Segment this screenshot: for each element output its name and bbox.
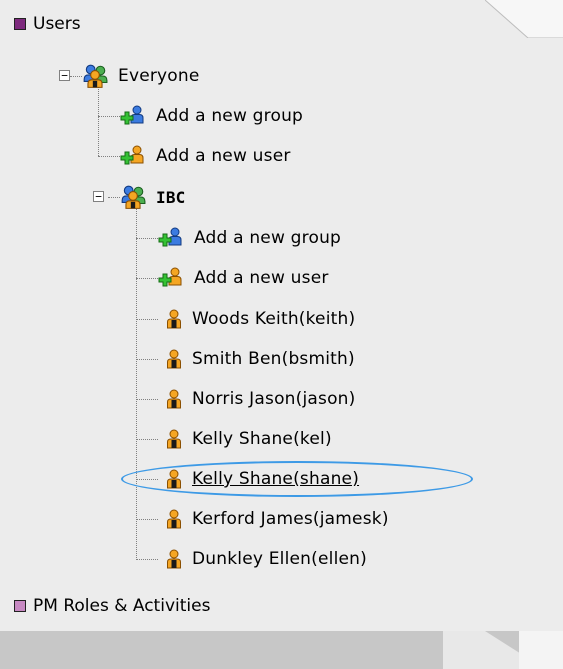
everyone-add-group[interactable]: Add a new group <box>120 103 303 129</box>
tree-connector <box>136 439 158 440</box>
add-group-icon <box>120 105 146 127</box>
tree-connector <box>136 238 158 239</box>
user-label: Smith Ben(bsmith) <box>192 349 355 369</box>
tree-connector <box>98 156 120 157</box>
everyone-add-user-label: Add a new user <box>156 146 291 166</box>
tree-user-item[interactable]: Smith Ben(bsmith) <box>166 346 355 372</box>
tree-user-item[interactable]: Norris Jason(jason) <box>166 386 355 412</box>
section-pm-roles[interactable]: PM Roles & Activities <box>14 595 210 617</box>
tree-user-item[interactable]: Kelly Shane(kel) <box>166 426 332 452</box>
add-user-icon <box>120 145 146 167</box>
tree-connector <box>136 319 158 320</box>
bottom-bar-corner-right <box>519 631 563 669</box>
user-icon <box>166 349 182 369</box>
tree-node-ibc[interactable]: IBC <box>120 184 186 210</box>
section-users[interactable]: Users <box>14 13 81 35</box>
everyone-add-group-label: Add a new group <box>156 106 304 126</box>
tree-connector <box>136 359 158 360</box>
tree-connector <box>108 197 120 198</box>
tree-user-item-selected[interactable]: Kelly Shane(shane) <box>166 466 359 492</box>
tree-connector <box>136 206 137 560</box>
pm-roles-section-marker <box>14 600 26 612</box>
users-panel: Users − Everyone Add a new group Add a n… <box>0 0 563 669</box>
ibc-add-user[interactable]: Add a new user <box>158 265 329 291</box>
tree-node-ibc-label: IBC <box>156 187 186 207</box>
tree-node-everyone[interactable]: Everyone <box>82 63 200 89</box>
user-label: Kelly Shane(shane) <box>192 469 360 489</box>
tree-user-item[interactable]: Dunkley Ellen(ellen) <box>166 546 367 572</box>
tree-connector <box>136 479 158 480</box>
user-label: Kelly Shane(kel) <box>192 429 332 449</box>
tree-connector <box>70 76 82 77</box>
tree-node-everyone-label: Everyone <box>118 66 200 86</box>
tree-user-item[interactable]: Woods Keith(keith) <box>166 306 355 332</box>
ibc-collapse-toggle[interactable]: − <box>93 191 104 202</box>
section-pm-roles-label: PM Roles & Activities <box>33 596 211 616</box>
user-icon <box>166 309 182 329</box>
user-icon <box>166 469 182 489</box>
add-user-icon <box>158 267 184 289</box>
tree-user-item[interactable]: Kerford James(jamesk) <box>166 506 389 532</box>
ibc-add-user-label: Add a new user <box>194 268 329 288</box>
tree-connector <box>136 278 158 279</box>
users-section-marker <box>14 18 26 30</box>
everyone-add-user[interactable]: Add a new user <box>120 143 291 169</box>
group-icon <box>82 64 108 88</box>
tree-connector <box>136 399 158 400</box>
tree-connector <box>98 116 120 117</box>
user-label: Norris Jason(jason) <box>192 389 356 409</box>
user-icon <box>166 509 182 529</box>
user-icon <box>166 549 182 569</box>
everyone-collapse-toggle[interactable]: − <box>59 70 70 81</box>
group-icon <box>120 185 146 209</box>
user-label: Woods Keith(keith) <box>192 309 356 329</box>
tree-connector <box>136 519 158 520</box>
add-group-icon <box>158 227 184 249</box>
panel-corner-decoration <box>485 0 563 38</box>
ibc-add-group-label: Add a new group <box>194 228 342 248</box>
tree-connector <box>136 559 158 560</box>
user-label: Kerford James(jamesk) <box>192 509 389 529</box>
user-icon <box>166 429 182 449</box>
ibc-add-group[interactable]: Add a new group <box>158 225 341 251</box>
section-users-label: Users <box>33 14 81 34</box>
tree-connector <box>98 86 99 156</box>
user-label: Dunkley Ellen(ellen) <box>192 549 367 569</box>
user-icon <box>166 389 182 409</box>
